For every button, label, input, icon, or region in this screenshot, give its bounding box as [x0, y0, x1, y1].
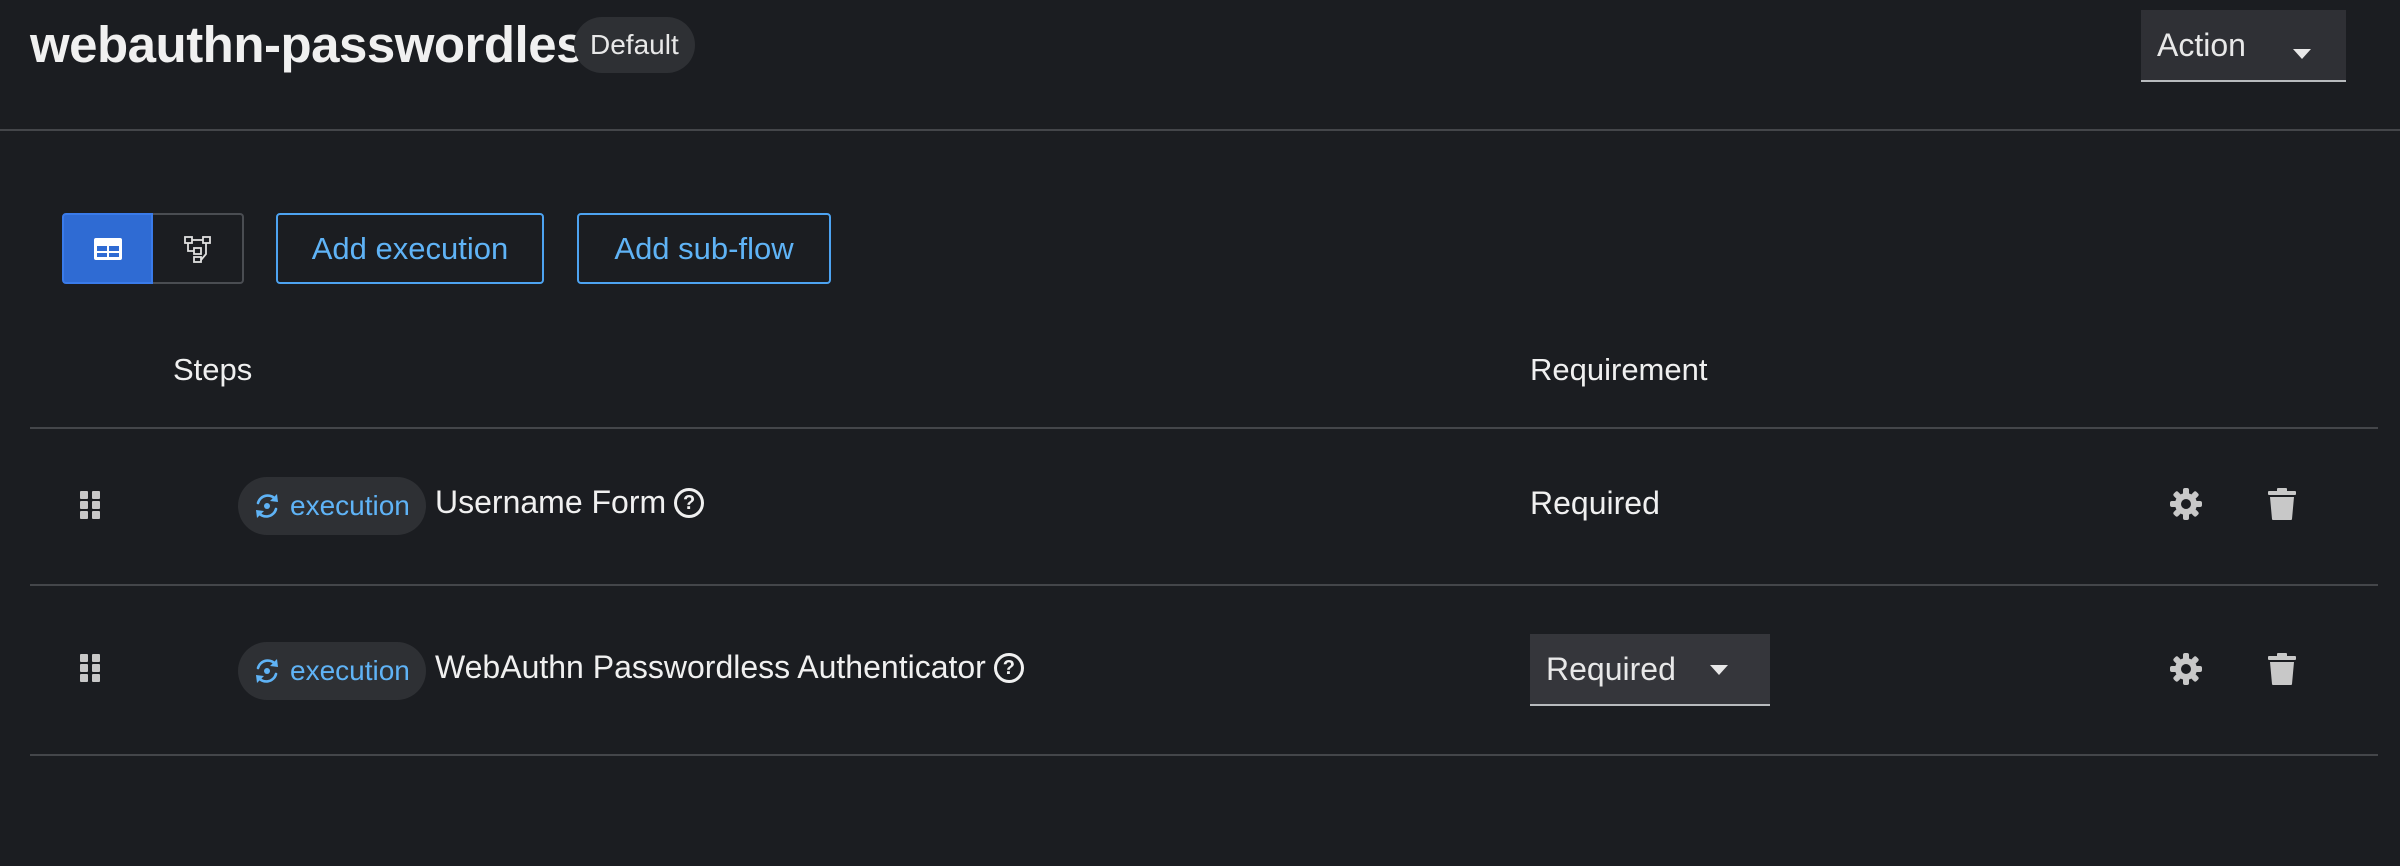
table-divider [30, 754, 2378, 756]
add-execution-button[interactable]: Add execution [276, 213, 544, 284]
diagram-view-icon [183, 235, 211, 263]
add-subflow-button[interactable]: Add sub-flow [577, 213, 831, 284]
execution-sync-icon [256, 659, 278, 683]
requirement-select-value: Required [1546, 650, 1676, 687]
column-header-steps: Steps [173, 352, 253, 387]
help-icon[interactable]: ? [993, 652, 1024, 683]
requirement-value: Required [1530, 485, 1660, 521]
caret-down-icon [1710, 665, 1728, 675]
execution-type-chip: execution [238, 642, 426, 700]
column-header-requirement: Requirement [1530, 352, 1708, 387]
table-row: execution Username Form ? Required [30, 429, 2378, 584]
page-title: webauthn-passwordless [30, 16, 612, 73]
action-dropdown-label: Action [2157, 26, 2246, 63]
execution-type-chip: execution [238, 477, 426, 535]
view-toggle-group [62, 213, 244, 284]
diagram-view-toggle[interactable] [153, 213, 244, 284]
delete-button[interactable] [2260, 482, 2304, 526]
page-header: webauthn-passwordless Default Action [0, 0, 2400, 131]
help-icon[interactable]: ? [674, 487, 705, 518]
step-name-label: Username Form [435, 484, 667, 520]
step-name: Username Form ? [435, 484, 705, 521]
drag-handle-icon[interactable] [80, 491, 100, 519]
table-view-icon [93, 237, 122, 260]
table-row: execution WebAuthn Passwordless Authenti… [30, 586, 2378, 754]
action-dropdown[interactable]: Action [2141, 10, 2346, 82]
default-badge: Default [574, 17, 695, 73]
execution-sync-icon [256, 494, 278, 518]
settings-button[interactable] [2164, 482, 2208, 526]
step-name-label: WebAuthn Passwordless Authenticator [435, 649, 986, 685]
execution-type-label: execution [290, 655, 410, 686]
gear-icon [2170, 488, 2202, 520]
delete-button[interactable] [2260, 647, 2304, 691]
step-name: WebAuthn Passwordless Authenticator ? [435, 649, 1024, 686]
trash-icon [2268, 488, 2296, 520]
table-view-toggle[interactable] [62, 213, 153, 284]
execution-type-label: execution [290, 490, 410, 521]
caret-down-icon [2293, 49, 2311, 59]
trash-icon [2268, 653, 2296, 685]
requirement-select[interactable]: Required [1530, 634, 1770, 706]
settings-button[interactable] [2164, 647, 2208, 691]
gear-icon [2170, 653, 2202, 685]
drag-handle-icon[interactable] [80, 654, 100, 682]
